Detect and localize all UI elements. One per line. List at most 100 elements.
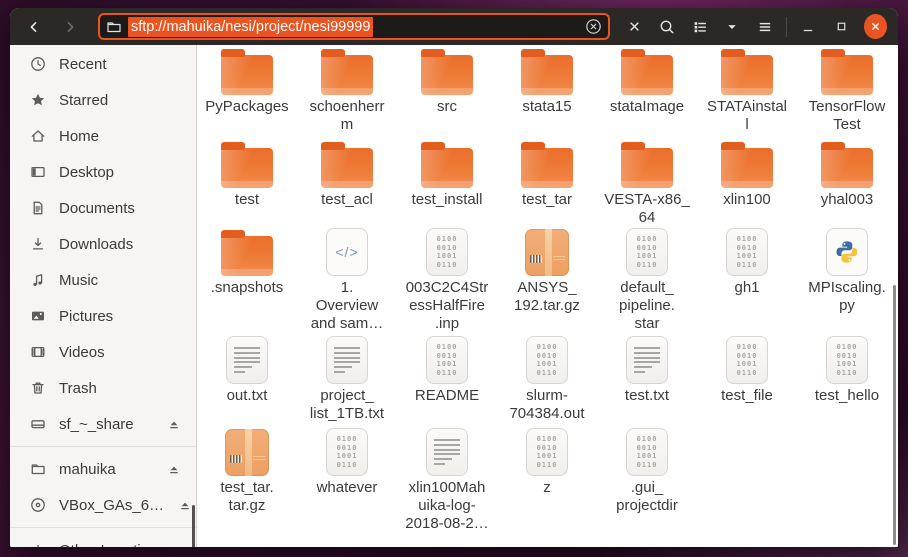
file-item[interactable]: test_install bbox=[397, 140, 497, 228]
file-item[interactable]: test.txt bbox=[597, 336, 697, 428]
file-item[interactable]: TensorFlow Test bbox=[797, 47, 897, 140]
file-label: project_ list_1TB.txt bbox=[309, 387, 385, 422]
file-grid-row: PyPackages schoenherr m src stata15 stataIma… bbox=[197, 47, 898, 140]
file-item[interactable]: STATAinstal l bbox=[697, 47, 797, 140]
eject-icon[interactable] bbox=[166, 461, 182, 477]
eject-icon[interactable] bbox=[177, 497, 193, 513]
header-bar: sftp://mahuika/nesi/project/nesi99999 bbox=[10, 8, 898, 45]
minimize-button[interactable] bbox=[792, 10, 825, 44]
file-item[interactable]: PyPackages bbox=[197, 47, 297, 140]
file-item[interactable]: test bbox=[197, 140, 297, 228]
chevron-right-icon bbox=[67, 21, 74, 32]
file-item[interactable]: test_acl bbox=[297, 140, 397, 228]
binary-file-icon: 0100 0010 1001 0110 bbox=[726, 336, 768, 384]
search-button[interactable] bbox=[651, 10, 684, 44]
recent-icon bbox=[30, 56, 46, 72]
forward-button[interactable] bbox=[54, 11, 86, 43]
folder-icon bbox=[321, 49, 373, 95]
sidebar-item-home[interactable]: Home bbox=[10, 118, 196, 154]
window-body: Recent Starred Home Desktop Documents Downloa… bbox=[10, 45, 898, 547]
file-item[interactable]: MPIscaling. py bbox=[797, 228, 897, 336]
file-item[interactable]: stata15 bbox=[497, 47, 597, 140]
sidebar-item-recent[interactable]: Recent bbox=[10, 46, 196, 82]
sidebar-scrollbar[interactable] bbox=[192, 505, 195, 547]
sidebar-item-desktop[interactable]: Desktop bbox=[10, 154, 196, 190]
sidebar-item-starred[interactable]: Starred bbox=[10, 82, 196, 118]
sidebar-item-label: Videos bbox=[59, 343, 105, 361]
close-window-button[interactable] bbox=[864, 14, 888, 39]
sidebar-item-downloads[interactable]: Downloads bbox=[10, 226, 196, 262]
archive-file-icon bbox=[225, 429, 269, 476]
file-item[interactable]: ANSYS_ 192.tar.gz bbox=[497, 228, 597, 336]
file-item[interactable]: 0100 0010 1001 0110 test_file bbox=[697, 336, 797, 428]
view-options-dropdown[interactable] bbox=[716, 10, 749, 44]
text-file-icon bbox=[426, 428, 468, 476]
sidebar-item-videos[interactable]: Videos bbox=[10, 334, 196, 370]
back-button[interactable] bbox=[18, 11, 50, 43]
menu-button[interactable] bbox=[749, 10, 782, 44]
file-item[interactable]: xlin100Mah uika-log- 2018-08-2… bbox=[397, 428, 497, 547]
file-item[interactable]: schoenherr m bbox=[297, 47, 397, 140]
content-scrollbar[interactable] bbox=[893, 285, 896, 545]
file-label: VESTA-x86_ 64 bbox=[604, 191, 690, 226]
file-item[interactable]: project_ list_1TB.txt bbox=[297, 336, 397, 428]
file-label: slurm- 704384.out bbox=[509, 387, 585, 422]
file-label: .gui_ projectdir bbox=[616, 479, 678, 514]
starred-icon bbox=[30, 92, 46, 108]
file-label: test bbox=[234, 191, 260, 208]
location-text: sftp://mahuika/nesi/project/nesi99999 bbox=[128, 16, 374, 37]
file-item[interactable]: 0100 0010 1001 0110 README bbox=[397, 336, 497, 428]
file-label: schoenherr m bbox=[309, 98, 385, 133]
maximize-button[interactable] bbox=[825, 10, 858, 44]
file-item[interactable]: 0100 0010 1001 0110 default_ pipeline. st… bbox=[597, 228, 697, 336]
file-item[interactable]: 0100 0010 1001 0110 slurm- 704384.out bbox=[497, 336, 597, 428]
file-item[interactable]: 0100 0010 1001 0110 gh1 bbox=[697, 228, 797, 336]
sidebar-separator bbox=[10, 527, 196, 528]
file-item[interactable]: .snapshots bbox=[197, 228, 297, 336]
text-file-icon bbox=[326, 336, 368, 384]
sidebar-item-documents[interactable]: Documents bbox=[10, 190, 196, 226]
file-item[interactable]: </> 1. Overview and sam… bbox=[297, 228, 397, 336]
file-item[interactable]: test_tar. tar.gz bbox=[197, 428, 297, 547]
folder-icon bbox=[106, 19, 122, 35]
file-item[interactable]: src bbox=[397, 47, 497, 140]
file-item[interactable]: yhal003 bbox=[797, 140, 897, 228]
file-item[interactable]: 0100 0010 1001 0110 whatever bbox=[297, 428, 397, 547]
binary-file-icon: 0100 0010 1001 0110 bbox=[526, 336, 568, 384]
eject-icon[interactable] bbox=[166, 416, 182, 432]
file-item[interactable]: VESTA-x86_ 64 bbox=[597, 140, 697, 228]
python-file-icon bbox=[826, 228, 868, 276]
sidebar-item-mahuika[interactable]: mahuika bbox=[10, 451, 196, 487]
file-item[interactable]: out.txt bbox=[197, 336, 297, 428]
file-item[interactable]: xlin100 bbox=[697, 140, 797, 228]
sidebar-separator bbox=[10, 446, 196, 447]
file-item[interactable]: 0100 0010 1001 0110 z bbox=[497, 428, 597, 547]
file-label: MPIscaling. py bbox=[808, 279, 886, 314]
view-list-button[interactable] bbox=[683, 10, 716, 44]
file-item[interactable]: stataImage bbox=[597, 47, 697, 140]
close-icon bbox=[872, 23, 880, 30]
file-item[interactable]: 0100 0010 1001 0110 test_hello bbox=[797, 336, 897, 428]
archive-file-icon bbox=[525, 229, 569, 276]
close-location-bar-button[interactable] bbox=[618, 10, 651, 44]
file-label: whatever bbox=[316, 479, 378, 496]
sidebar-item-trash[interactable]: Trash bbox=[10, 370, 196, 406]
sidebar-item-music[interactable]: Music bbox=[10, 262, 196, 298]
downloads-icon bbox=[30, 236, 46, 252]
file-item[interactable]: 0100 0010 1001 0110 003C2C4Str essHalfFir… bbox=[397, 228, 497, 336]
folder-icon bbox=[521, 142, 573, 188]
folder-icon bbox=[221, 142, 273, 188]
file-item[interactable]: test_tar bbox=[497, 140, 597, 228]
sidebar-item-other-locations[interactable]: Other Locations bbox=[10, 532, 196, 547]
file-item[interactable]: 0100 0010 1001 0110 .gui_ projectdir bbox=[597, 428, 697, 547]
list-view-icon bbox=[694, 21, 706, 32]
file-label: README bbox=[414, 387, 480, 404]
location-input[interactable]: sftp://mahuika/nesi/project/nesi99999 bbox=[98, 13, 610, 40]
folder-icon bbox=[421, 142, 473, 188]
sidebar-item-sf-share[interactable]: sf_~_share bbox=[10, 406, 196, 442]
clear-location-icon[interactable] bbox=[585, 18, 602, 35]
sidebar-item-pictures[interactable]: Pictures bbox=[10, 298, 196, 334]
sidebar-item-vbox-gas-6[interactable]: VBox_GAs_6… bbox=[10, 487, 196, 523]
file-label: test_tar. tar.gz bbox=[220, 479, 274, 514]
folder-icon bbox=[521, 49, 573, 95]
